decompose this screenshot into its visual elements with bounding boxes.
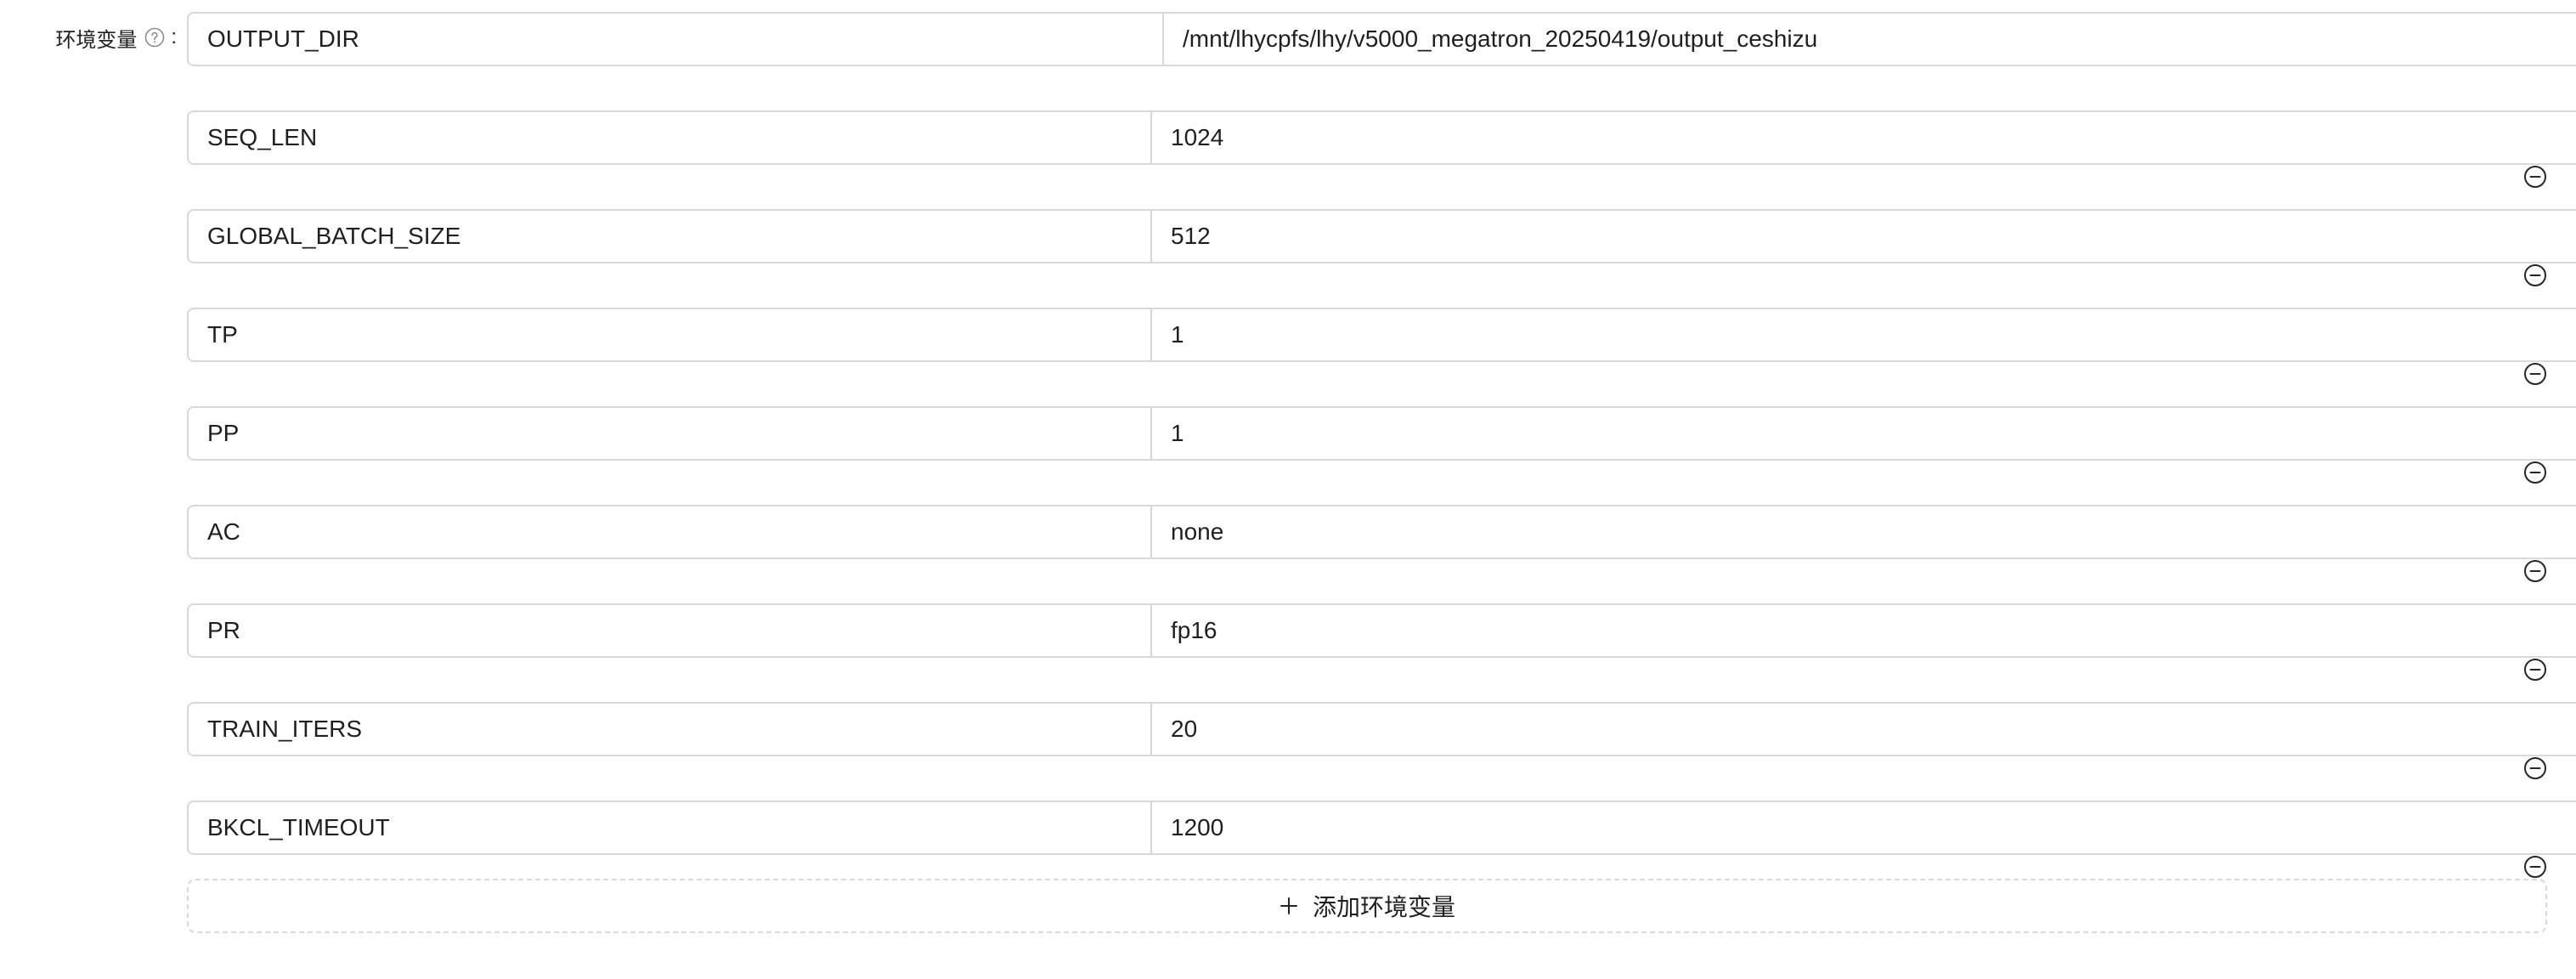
label-colon: : [171,25,177,48]
env-vars-form-item: 环境变量 : OUTPUT_DIR/mnt/lhycpfs/lhy/v5000_… [0,0,2576,979]
env-var-row: SEQ_LEN 1024 [187,110,2576,165]
add-env-var-label: 添加环境变量 [1312,894,1455,920]
env-var-key-input[interactable]: TRAIN_ITERS [187,702,1152,756]
minus-circle-icon[interactable] [2522,361,2548,387]
env-var-row: AC none [187,505,2576,559]
question-circle-icon[interactable] [144,26,166,48]
minus-circle-icon[interactable] [2522,558,2548,584]
env-var-row: PR fp16 [187,603,2576,658]
minus-circle-icon[interactable] [2522,460,2548,485]
minus-circle-icon[interactable] [2522,755,2548,781]
env-var-value-input[interactable]: none [1150,505,2576,559]
env-var-value-input[interactable]: fp16 [1150,603,2576,658]
env-vars-label: 环境变量 : [0,22,177,53]
env-var-row: OUTPUT_DIR/mnt/lhycpfs/lhy/v5000_megatro… [187,12,2576,66]
minus-circle-icon[interactable] [2522,854,2548,880]
env-var-row: TP 1 [187,308,2576,362]
env-var-value-input[interactable]: 1 [1150,406,2576,461]
env-var-value-input[interactable]: 1 [1150,308,2576,362]
minus-circle-icon[interactable] [2522,164,2548,190]
env-var-key-input[interactable]: PP [187,406,1152,461]
env-var-value-input[interactable]: 1024 [1150,110,2576,165]
env-var-key-input[interactable]: AC [187,505,1152,559]
env-var-value-input[interactable]: /mnt/lhycpfs/lhy/v5000_megatron_20250419… [1162,12,2576,66]
env-var-row: BKCL_TIMEOUT 1200 [187,801,2576,855]
env-var-value-input[interactable]: 512 [1150,209,2576,263]
env-var-key-input[interactable]: PR [187,603,1152,658]
env-var-value-input[interactable]: 20 [1150,702,2576,756]
env-var-key-input[interactable]: TP [187,308,1152,362]
env-vars-label-text: 环境变量 [55,28,138,52]
plus-icon [1279,896,1299,916]
minus-circle-icon[interactable] [2522,263,2548,288]
env-var-row: GLOBAL_BATCH_SIZE 512 [187,209,2576,263]
add-env-var-button[interactable]: 添加环境变量 [187,879,2547,933]
env-var-key-input[interactable]: OUTPUT_DIR [187,12,1164,66]
env-var-key-input[interactable]: BKCL_TIMEOUT [187,801,1152,855]
env-var-key-input[interactable]: GLOBAL_BATCH_SIZE [187,209,1152,263]
env-var-value-input[interactable]: 1200 [1150,801,2576,855]
minus-circle-icon[interactable] [2522,657,2548,682]
env-var-key-input[interactable]: SEQ_LEN [187,110,1152,165]
env-var-row: TRAIN_ITERS 20 [187,702,2576,756]
env-var-row: PP 1 [187,406,2576,461]
